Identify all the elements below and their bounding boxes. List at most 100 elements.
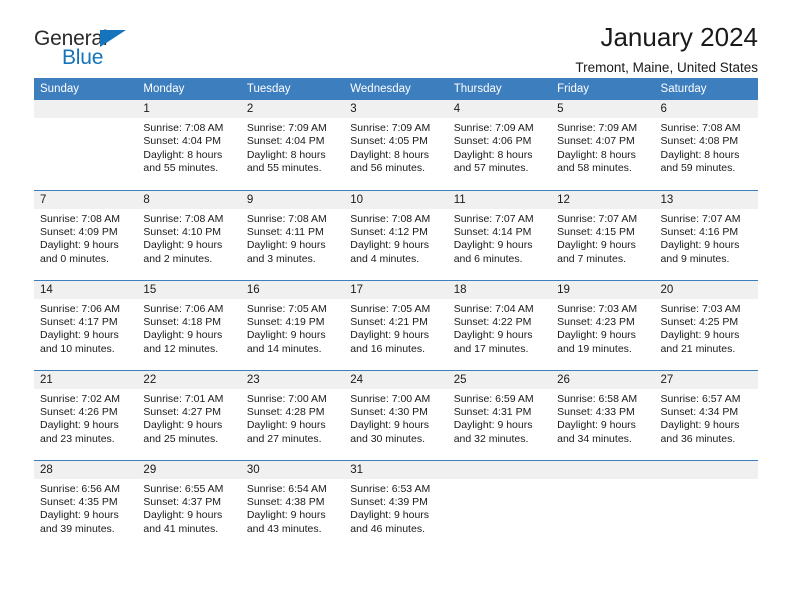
calendar-day-cell-empty: [551, 459, 655, 552]
daylight-text-line1: Daylight: 9 hours: [143, 509, 223, 522]
calendar-day-cell[interactable]: 25 Sunrise: 6:59 AM Sunset: 4:31 PM Dayligh…: [447, 369, 552, 460]
calendar-day-cell[interactable]: 8 Sunrise: 7:08 AM Sunset: 4:10 PM Daylight…: [137, 189, 241, 280]
sunrise-text: Sunrise: 7:03 AM: [660, 302, 741, 315]
daylight-text-line1: Daylight: 9 hours: [453, 329, 533, 342]
daylight-text-line2: and 59 minutes.: [660, 162, 736, 175]
day-number: 8: [137, 190, 241, 209]
day-details: Sunrise: 7:09 AM Sunset: 4:04 PM Daylight:…: [241, 118, 344, 186]
sunrise-text: Sunrise: 7:00 AM: [246, 392, 327, 405]
day-details: Sunrise: 7:09 AM Sunset: 4:05 PM Daylight:…: [344, 118, 447, 186]
calendar-day-cell[interactable]: 12 Sunrise: 7:07 AM Sunset: 4:15 PM Dayligh…: [551, 189, 655, 280]
calendar-day-cell[interactable]: 19 Sunrise: 7:03 AM Sunset: 4:23 PM Dayligh…: [551, 279, 655, 370]
sunrise-text: Sunrise: 7:06 AM: [143, 302, 224, 315]
sunset-text: Sunset: 4:15 PM: [557, 225, 635, 238]
day-number: 29: [137, 460, 241, 479]
daylight-text-line2: and 6 minutes.: [453, 252, 523, 265]
daylight-text-line2: and 34 minutes.: [557, 432, 632, 445]
daylight-text-line1: Daylight: 9 hours: [453, 239, 533, 252]
sunset-text: Sunset: 4:08 PM: [660, 135, 739, 148]
day-details: Sunrise: 6:56 AM Sunset: 4:35 PM Daylight:…: [34, 479, 137, 547]
calendar-day-cell[interactable]: 22 Sunrise: 7:01 AM Sunset: 4:27 PM Dayligh…: [137, 369, 241, 460]
daylight-text-line2: and 55 minutes.: [143, 162, 219, 175]
calendar-day-cell[interactable]: 18 Sunrise: 7:04 AM Sunset: 4:22 PM Dayligh…: [447, 279, 552, 370]
calendar-day-cell[interactable]: 24 Sunrise: 7:00 AM Sunset: 4:30 PM Dayligh…: [344, 369, 448, 460]
calendar-day-cell[interactable]: 17 Sunrise: 7:05 AM Sunset: 4:21 PM Dayligh…: [344, 279, 448, 370]
calendar-day-cell[interactable]: 3 Sunrise: 7:09 AM Sunset: 4:05 PM Daylight…: [344, 100, 448, 190]
daylight-text-line2: and 12 minutes.: [143, 342, 219, 355]
day-number: 3: [344, 100, 448, 118]
sunrise-text: Sunrise: 7:05 AM: [350, 302, 431, 315]
sunrise-text: Sunrise: 6:58 AM: [557, 392, 638, 405]
sunset-text: Sunset: 4:25 PM: [660, 315, 739, 328]
weekday-header-wednesday: Wednesday: [344, 78, 448, 100]
calendar-day-cell[interactable]: 4 Sunrise: 7:09 AM Sunset: 4:06 PM Daylight…: [447, 100, 552, 190]
calendar-day-cell[interactable]: 13 Sunrise: 7:07 AM Sunset: 4:16 PM Dayligh…: [654, 189, 758, 280]
calendar-day-cell[interactable]: 11 Sunrise: 7:07 AM Sunset: 4:14 PM Dayligh…: [447, 189, 552, 280]
sunrise-text: Sunrise: 7:08 AM: [660, 122, 741, 134]
calendar-day-cell[interactable]: 6 Sunrise: 7:08 AM Sunset: 4:08 PM Daylight…: [654, 100, 758, 190]
day-details: Sunrise: 7:02 AM Sunset: 4:26 PM Daylight:…: [34, 389, 137, 457]
daylight-text-line2: and 43 minutes.: [246, 522, 322, 535]
daylight-text-line1: Daylight: 9 hours: [660, 239, 740, 252]
sunrise-text: Sunrise: 6:57 AM: [660, 392, 741, 405]
sunrise-text: Sunrise: 7:08 AM: [143, 212, 224, 225]
day-details: Sunrise: 6:53 AM Sunset: 4:39 PM Daylight:…: [344, 479, 447, 547]
calendar-day-cell[interactable]: 1 Sunrise: 7:08 AM Sunset: 4:04 PM Daylight…: [137, 100, 241, 190]
calendar-day-cell[interactable]: 20 Sunrise: 7:03 AM Sunset: 4:25 PM Dayligh…: [654, 279, 758, 370]
calendar-body: 1 Sunrise: 7:08 AM Sunset: 4:04 PM Daylight…: [34, 100, 758, 552]
calendar-day-cell[interactable]: 9 Sunrise: 7:08 AM Sunset: 4:11 PM Daylight…: [240, 189, 345, 280]
daylight-text-line1: Daylight: 9 hours: [143, 329, 223, 342]
day-details: Sunrise: 7:08 AM Sunset: 4:09 PM Daylight:…: [34, 209, 137, 277]
calendar-week-row: 21 Sunrise: 7:02 AM Sunset: 4:26 PM Dayligh…: [34, 369, 758, 460]
daylight-text-line2: and 3 minutes.: [246, 252, 316, 265]
daylight-text-line2: and 25 minutes.: [143, 432, 219, 445]
day-number: 26: [551, 370, 655, 389]
sunrise-text: Sunrise: 7:09 AM: [246, 122, 327, 134]
day-number: 21: [34, 370, 138, 389]
calendar-day-cell[interactable]: 26 Sunrise: 6:58 AM Sunset: 4:33 PM Dayligh…: [551, 369, 655, 460]
calendar-day-cell[interactable]: 2 Sunrise: 7:09 AM Sunset: 4:04 PM Daylight…: [240, 100, 345, 190]
daylight-text-line1: Daylight: 9 hours: [557, 329, 636, 342]
weekday-header-thursday: Thursday: [447, 78, 552, 100]
sunset-text: Sunset: 4:21 PM: [350, 315, 428, 328]
daylight-text-line2: and 16 minutes.: [350, 342, 425, 355]
weekday-header-tuesday: Tuesday: [240, 78, 345, 100]
calendar-page: General Blue January 2024 Tremont, Maine…: [0, 0, 792, 612]
calendar-day-cell[interactable]: 7 Sunrise: 7:08 AM Sunset: 4:09 PM Daylight…: [34, 189, 138, 280]
sunset-text: Sunset: 4:39 PM: [350, 495, 428, 508]
calendar-day-cell[interactable]: 27 Sunrise: 6:57 AM Sunset: 4:34 PM Dayligh…: [654, 369, 758, 460]
calendar-week-row: 1 Sunrise: 7:08 AM Sunset: 4:04 PM Daylight…: [34, 100, 758, 190]
calendar-day-cell[interactable]: 16 Sunrise: 7:05 AM Sunset: 4:19 PM Dayligh…: [240, 279, 345, 370]
calendar-day-cell[interactable]: 14 Sunrise: 7:06 AM Sunset: 4:17 PM Dayligh…: [34, 279, 138, 370]
sunrise-text: Sunrise: 7:02 AM: [40, 392, 120, 405]
calendar-day-cell[interactable]: 29 Sunrise: 6:55 AM Sunset: 4:37 PM Dayligh…: [137, 459, 241, 552]
calendar-day-cell[interactable]: 30 Sunrise: 6:54 AM Sunset: 4:38 PM Dayligh…: [240, 459, 345, 552]
calendar-day-cell[interactable]: 28 Sunrise: 6:56 AM Sunset: 4:35 PM Dayligh…: [34, 459, 138, 552]
daylight-text-line1: Daylight: 9 hours: [557, 239, 636, 252]
calendar-day-cell[interactable]: 15 Sunrise: 7:06 AM Sunset: 4:18 PM Dayligh…: [137, 279, 241, 370]
calendar-week-row: 14 Sunrise: 7:06 AM Sunset: 4:17 PM Dayligh…: [34, 279, 758, 370]
daylight-text-line2: and 32 minutes.: [453, 432, 529, 445]
day-number: 5: [551, 100, 655, 118]
day-details: Sunrise: 7:00 AM Sunset: 4:30 PM Daylight:…: [344, 389, 447, 457]
calendar-day-cell[interactable]: 10 Sunrise: 7:08 AM Sunset: 4:12 PM Dayligh…: [344, 189, 448, 280]
sunset-text: Sunset: 4:04 PM: [246, 135, 325, 148]
calendar-day-cell[interactable]: 23 Sunrise: 7:00 AM Sunset: 4:28 PM Dayligh…: [240, 369, 345, 460]
weekday-header-friday: Friday: [551, 78, 655, 100]
day-details: Sunrise: 6:58 AM Sunset: 4:33 PM Daylight:…: [551, 389, 654, 457]
day-number: 27: [654, 370, 758, 389]
daylight-text-line2: and 19 minutes.: [557, 342, 632, 355]
calendar-day-cell[interactable]: 21 Sunrise: 7:02 AM Sunset: 4:26 PM Dayligh…: [34, 369, 138, 460]
calendar-day-cell[interactable]: 5 Sunrise: 7:09 AM Sunset: 4:07 PM Daylight…: [551, 100, 655, 190]
daylight-text-line2: and 14 minutes.: [246, 342, 322, 355]
sunrise-text: Sunrise: 6:53 AM: [350, 482, 431, 495]
sunset-text: Sunset: 4:38 PM: [246, 495, 325, 508]
brand-logo[interactable]: General Blue: [34, 22, 174, 70]
daylight-text-line2: and 55 minutes.: [246, 162, 322, 175]
day-number: 12: [551, 190, 655, 209]
daylight-text-line2: and 30 minutes.: [350, 432, 425, 445]
daylight-text-line2: and 9 minutes.: [660, 252, 730, 265]
day-details: Sunrise: 7:07 AM Sunset: 4:14 PM Daylight:…: [448, 209, 551, 277]
daylight-text-line1: Daylight: 9 hours: [246, 419, 326, 432]
calendar-day-cell[interactable]: 31 Sunrise: 6:53 AM Sunset: 4:39 PM Dayligh…: [344, 459, 448, 552]
